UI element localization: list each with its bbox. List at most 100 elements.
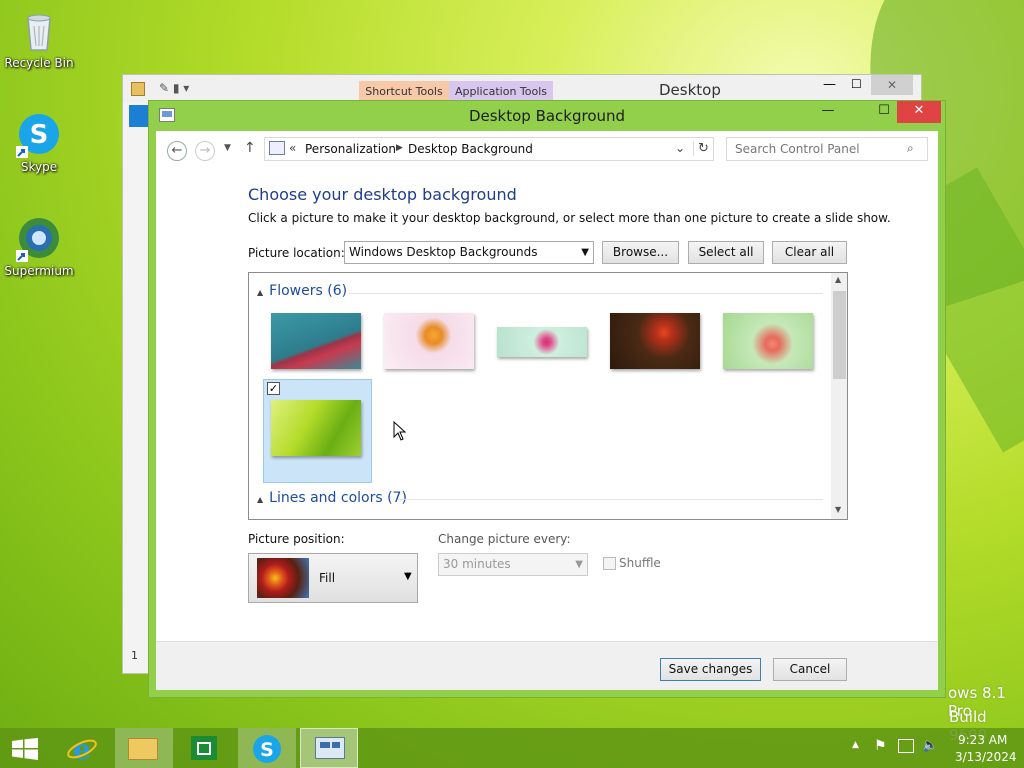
back-button[interactable]: ← [167, 141, 187, 161]
wallpaper-thumbnail[interactable] [610, 313, 700, 369]
search-box[interactable]: Search Control Panel ⌕ [726, 137, 928, 161]
address-control-panel-icon [269, 141, 285, 155]
breadcrumb-personalization[interactable]: Personalization [305, 142, 396, 156]
windows-logo-icon [12, 738, 38, 760]
desktop-background-window[interactable]: Desktop Background — ☐ ✕ ← → ▼ ↑ « Perso… [148, 100, 946, 698]
search-icon[interactable]: ⌕ [907, 141, 914, 156]
recent-pages-dropdown-icon[interactable]: ▼ [224, 143, 231, 153]
taskbar-skype[interactable]: S [238, 728, 296, 768]
change-picture-label: Change picture every: [438, 532, 571, 546]
desktop-icon-supermium[interactable]: Supermium [4, 216, 74, 278]
skype-icon: S [253, 735, 281, 763]
scrollbar-thumb[interactable] [833, 291, 846, 379]
maximize-button[interactable]: ☐ [869, 101, 899, 123]
window-content: ← → ▼ ↑ « Personalization ▶ Desktop Back… [156, 131, 938, 690]
mouse-cursor-icon [393, 421, 407, 441]
desktop-icon-label: Supermium [4, 264, 74, 278]
explorer-title: Desktop [659, 81, 721, 99]
folder-icon [131, 82, 145, 96]
minimize-button[interactable]: — [813, 101, 843, 123]
desktop-icon-recycle-bin[interactable]: Recycle Bin [4, 8, 74, 70]
position-preview-image [257, 558, 309, 598]
internet-explorer-icon: e [67, 733, 97, 763]
checkbox-checked-icon[interactable]: ✓ [267, 382, 280, 395]
close-button[interactable]: ✕ [897, 101, 941, 123]
group-label: Flowers (6) [269, 283, 348, 299]
gallery-scrollbar[interactable]: ▲ ▼ [831, 273, 847, 519]
group-divider [349, 293, 823, 294]
select-all-button[interactable]: Select all [688, 241, 764, 264]
wallpaper-gallery[interactable]: ▲ Flowers (6) ✓ ▲ Lines and colors (7) ▲… [248, 272, 848, 520]
search-placeholder[interactable]: Search Control Panel [735, 142, 860, 156]
store-icon [191, 736, 217, 760]
picture-location-value: Windows Desktop Backgrounds [349, 245, 538, 259]
cancel-button[interactable]: Cancel [773, 658, 847, 681]
explorer-maximize-button[interactable]: ☐ [851, 77, 862, 91]
forward-button[interactable]: → [195, 141, 215, 161]
desktop-icon-label: Skype [20, 160, 58, 174]
breadcrumb-overflow[interactable]: « [289, 141, 296, 155]
wallpaper-thumbnail[interactable] [384, 313, 474, 369]
taskbar-internet-explorer[interactable]: e [58, 728, 116, 768]
change-picture-value: 30 minutes [443, 557, 511, 571]
shuffle-checkbox[interactable] [603, 557, 616, 570]
explorer-titlebar: ✎ ▮ ▾ Shortcut Tools Application Tools D… [123, 75, 921, 103]
wallpaper-thumbnail[interactable] [723, 313, 813, 369]
taskbar: e S ▲ ⚑ 🔈 9:23 AM 3/13/2024 [0, 728, 1024, 768]
desktop-icon-label: Recycle Bin [4, 56, 74, 70]
breadcrumb-separator-icon[interactable]: ▶ [396, 143, 403, 153]
scroll-down-icon[interactable]: ▼ [835, 505, 841, 514]
chevron-down-icon: ▼ [575, 559, 583, 570]
group-label: Lines and colors (7) [269, 490, 407, 506]
start-button[interactable] [0, 728, 58, 768]
show-hidden-icons[interactable]: ▲ [852, 740, 859, 750]
skype-icon: S [16, 112, 62, 158]
supermium-icon [16, 216, 62, 262]
taskbar-file-explorer[interactable] [115, 728, 173, 768]
clear-all-button[interactable]: Clear all [772, 241, 847, 264]
wallpaper-thumbnail[interactable] [271, 400, 361, 456]
up-arrow-icon[interactable]: ↑ [244, 140, 256, 156]
collapse-triangle-icon[interactable]: ▲ [257, 495, 263, 504]
picture-location-select[interactable]: Windows Desktop Backgrounds ▼ [344, 241, 594, 264]
explorer-minimize-button[interactable]: — [823, 77, 836, 92]
taskbar-store[interactable] [176, 728, 234, 768]
picture-location-label: Picture location: [248, 246, 345, 260]
group-header-lines-and-colors[interactable]: ▲ Lines and colors (7) [257, 490, 407, 506]
clock-date[interactable]: 3/13/2024 [955, 750, 1017, 764]
group-divider [399, 499, 823, 500]
clock-time[interactable]: 9:23 AM [958, 733, 1007, 747]
browse-button[interactable]: Browse... [602, 241, 679, 264]
control-panel-icon [315, 737, 345, 759]
dialog-footer: Save changes Cancel [156, 641, 938, 690]
taskbar-control-panel[interactable] [300, 728, 358, 768]
scroll-up-icon[interactable]: ▲ [835, 275, 841, 284]
picture-position-label: Picture position: [248, 532, 345, 546]
picture-position-select[interactable]: Fill ▼ [248, 553, 418, 603]
shuffle-label: Shuffle [619, 556, 661, 570]
page-subtitle: Click a picture to make it your desktop … [248, 211, 891, 225]
wallpaper-thumbnail[interactable] [271, 313, 361, 369]
selected-wallpaper-tile[interactable]: ✓ [263, 379, 372, 483]
group-header-flowers[interactable]: ▲ Flowers (6) [257, 283, 347, 299]
network-icon[interactable] [898, 739, 914, 753]
page-title: Choose your desktop background [248, 185, 517, 204]
desktop-icon-skype[interactable]: S Skype [4, 112, 74, 174]
change-picture-select[interactable]: 30 minutes ▼ [438, 553, 588, 576]
svg-text:S: S [30, 120, 49, 150]
chevron-down-icon: ▼ [581, 247, 589, 258]
refresh-icon[interactable]: ↻ [693, 141, 709, 156]
chevron-down-icon: ▼ [404, 571, 412, 582]
action-center-flag-icon[interactable]: ⚑ [874, 738, 887, 754]
quick-access-icons[interactable]: ✎ ▮ ▾ [159, 81, 189, 95]
address-dropdown-icon[interactable]: ⌄ [675, 141, 685, 155]
save-changes-button[interactable]: Save changes [660, 658, 761, 681]
volume-muted-icon[interactable]: 🔈 [922, 738, 938, 753]
file-explorer-icon [128, 738, 158, 760]
collapse-triangle-icon[interactable]: ▲ [257, 288, 263, 297]
breadcrumb-desktop-background[interactable]: Desktop Background [408, 142, 533, 156]
explorer-close-button[interactable]: ✕ [871, 75, 913, 95]
wallpaper-thumbnail[interactable] [497, 327, 587, 357]
address-bar[interactable]: « Personalization ▶ Desktop Background ⌄… [264, 137, 714, 161]
svg-text:e: e [73, 733, 91, 763]
